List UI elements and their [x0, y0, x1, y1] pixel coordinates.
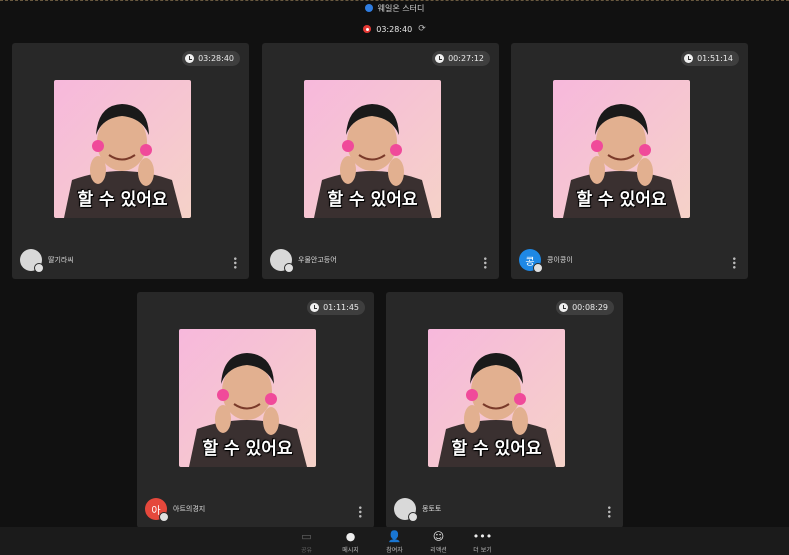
photo-caption: 할 수 있어요: [576, 190, 667, 210]
avatar: [20, 249, 44, 273]
message-button[interactable]: ● 메시지: [329, 527, 373, 555]
participant-video: 할 수 있어요: [54, 80, 191, 218]
more-options-icon[interactable]: •••: [479, 256, 489, 269]
clock-icon: [435, 54, 445, 63]
record-icon: [363, 25, 372, 33]
participant-info: 몽토토: [394, 498, 442, 522]
chat-icon: ●: [345, 530, 356, 543]
participant-info: 우물안고등어: [270, 249, 337, 273]
room-icon: [364, 4, 373, 12]
reaction-icon: ☺: [432, 530, 445, 543]
room-title-bar: 웨일온 스터디: [0, 0, 789, 15]
clock-icon: [185, 54, 195, 63]
screen-share-icon: ▭: [301, 530, 312, 543]
participants-icon: 👤: [387, 530, 402, 543]
photo-caption: 할 수 있어요: [451, 439, 542, 459]
participant-name: 딸기라씨: [48, 256, 74, 264]
more-options-icon[interactable]: •••: [728, 256, 738, 269]
study-time-badge: 03:28:40: [182, 51, 240, 66]
participant-video: 할 수 있어요: [304, 80, 441, 218]
photo-caption: 할 수 있어요: [327, 190, 418, 210]
session-timer: 03:28:40: [376, 24, 413, 34]
participant-info: 아 아트의경지: [145, 498, 206, 522]
participant-name: 우물안고등어: [298, 256, 337, 264]
study-time-badge: 00:08:29: [556, 300, 614, 315]
camera-icon: [284, 263, 294, 273]
session-timer-bar: 03:28:40 ⟳: [0, 22, 789, 36]
clock-icon: [310, 303, 320, 312]
participant-name: 아트의경지: [173, 505, 206, 513]
refresh-icon[interactable]: ⟳: [418, 24, 426, 34]
reaction-button[interactable]: ☺ 리액션: [417, 527, 461, 555]
study-time-badge: 01:51:14: [681, 51, 739, 66]
clock-icon: [684, 54, 694, 63]
study-time: 00:08:29: [572, 303, 608, 312]
participant-tile[interactable]: 00:08:29 할 수 있어요 몽토토 •••: [386, 292, 623, 528]
more-icon: •••: [472, 530, 493, 543]
more-options-icon[interactable]: •••: [603, 505, 613, 518]
participant-name: 콩이콩이: [547, 256, 573, 264]
more-options-icon[interactable]: •••: [354, 505, 364, 518]
avatar: [394, 498, 418, 522]
photo-caption: 할 수 있어요: [202, 439, 293, 459]
participant-name: 몽토토: [422, 505, 442, 513]
participant-info: 딸기라씨: [20, 249, 74, 273]
study-time: 01:51:14: [697, 54, 733, 63]
more-options-icon[interactable]: •••: [229, 256, 239, 269]
participant-video: 할 수 있어요: [428, 329, 565, 467]
avatar: [270, 249, 294, 273]
avatar: 아: [145, 498, 169, 522]
room-title: 웨일온 스터디: [377, 3, 425, 13]
participant-info: 콩 콩이콩이: [519, 249, 573, 273]
share-button[interactable]: ▭ 공유: [285, 527, 329, 555]
camera-icon: [408, 512, 418, 522]
study-time: 03:28:40: [198, 54, 234, 63]
study-time: 00:27:12: [448, 54, 484, 63]
camera-icon: [533, 263, 543, 273]
camera-icon: [159, 512, 169, 522]
participant-video: 할 수 있어요: [553, 80, 690, 218]
study-time-badge: 01:11:45: [307, 300, 365, 315]
study-time: 01:11:45: [323, 303, 359, 312]
participant-tile[interactable]: 00:27:12 할 수 있어요 우물안고등어 •••: [262, 43, 499, 279]
participant-video: 할 수 있어요: [179, 329, 316, 467]
avatar: 콩: [519, 249, 543, 273]
participant-tile[interactable]: 01:11:45 할 수 있어요 아 아트의경지 •••: [137, 292, 374, 528]
clock-icon: [559, 303, 569, 312]
participant-tile[interactable]: 03:28:40 할 수 있어요 딸기라씨 •••: [12, 43, 249, 279]
study-time-badge: 00:27:12: [432, 51, 490, 66]
bottom-toolbar: ▭ 공유 ● 메시지 👤 참여자 ☺ 리액션 ••• 더 보기: [0, 527, 789, 555]
camera-icon: [34, 263, 44, 273]
more-button[interactable]: ••• 더 보기: [461, 527, 505, 555]
participant-tile[interactable]: 01:51:14 할 수 있어요 콩 콩이콩이 •••: [511, 43, 748, 279]
participants-button[interactable]: 👤 참여자: [373, 527, 417, 555]
photo-caption: 할 수 있어요: [77, 190, 168, 210]
